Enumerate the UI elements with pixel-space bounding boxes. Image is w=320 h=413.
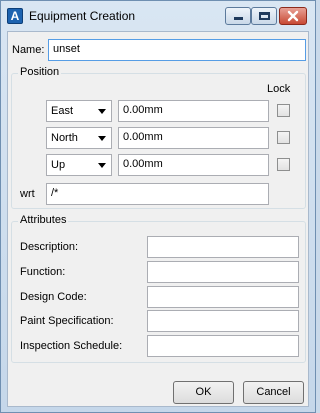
north-direction-select[interactable]: North [46,127,112,149]
chevron-down-icon [98,163,106,168]
app-logo-icon: A [7,8,23,24]
north-direction-value: North [51,132,78,144]
maximize-icon [259,12,270,20]
position-group: Position Lock East 0.00mm North 0.00mm U… [11,66,306,209]
maximize-button[interactable] [251,7,277,25]
close-button[interactable] [279,7,307,25]
name-label: Name: [12,44,45,56]
east-direction-value: East [51,105,74,117]
inspection-schedule-field[interactable] [147,335,299,357]
name-field[interactable]: unset [48,39,306,61]
wrt-label: wrt [20,188,35,200]
window-title: Equipment Creation [29,9,136,23]
minimize-button[interactable] [225,7,251,25]
east-value-field[interactable]: 0.00mm [118,100,269,122]
chevron-down-icon [98,136,106,141]
paint-specification-field[interactable] [147,310,299,332]
attributes-group-title: Attributes [18,214,69,226]
design-code-label: Design Code: [20,291,87,303]
minimize-icon [234,17,243,20]
cancel-button[interactable]: Cancel [243,381,304,404]
north-value-field[interactable]: 0.00mm [118,127,269,149]
lock-header: Lock [267,83,291,95]
close-icon [287,10,299,22]
attributes-group: Attributes Description: Function: Design… [11,214,306,363]
description-label: Description: [20,241,79,253]
position-group-title: Position [18,66,62,78]
title-bar[interactable]: A Equipment Creation [1,1,315,31]
equipment-creation-dialog: A Equipment Creation Name: unset Positio… [0,0,316,413]
function-field[interactable] [147,261,299,283]
up-direction-value: Up [51,159,66,171]
wrt-field[interactable]: /* [46,183,269,205]
description-field[interactable] [147,236,299,258]
paint-specification-label: Paint Specification: [20,315,114,327]
ok-button[interactable]: OK [173,381,234,404]
design-code-field[interactable] [147,286,299,308]
function-label: Function: [20,266,66,278]
dialog-body: Name: unset Position Lock East 0.00mm No… [7,31,309,407]
east-direction-select[interactable]: East [46,100,112,122]
chevron-down-icon [98,109,106,114]
up-direction-select[interactable]: Up [46,154,112,176]
up-lock-checkbox[interactable] [277,158,290,171]
north-lock-checkbox[interactable] [277,131,290,144]
east-lock-checkbox[interactable] [277,104,290,117]
up-value-field[interactable]: 0.00mm [118,154,269,176]
inspection-schedule-label: Inspection Schedule: [20,340,123,352]
